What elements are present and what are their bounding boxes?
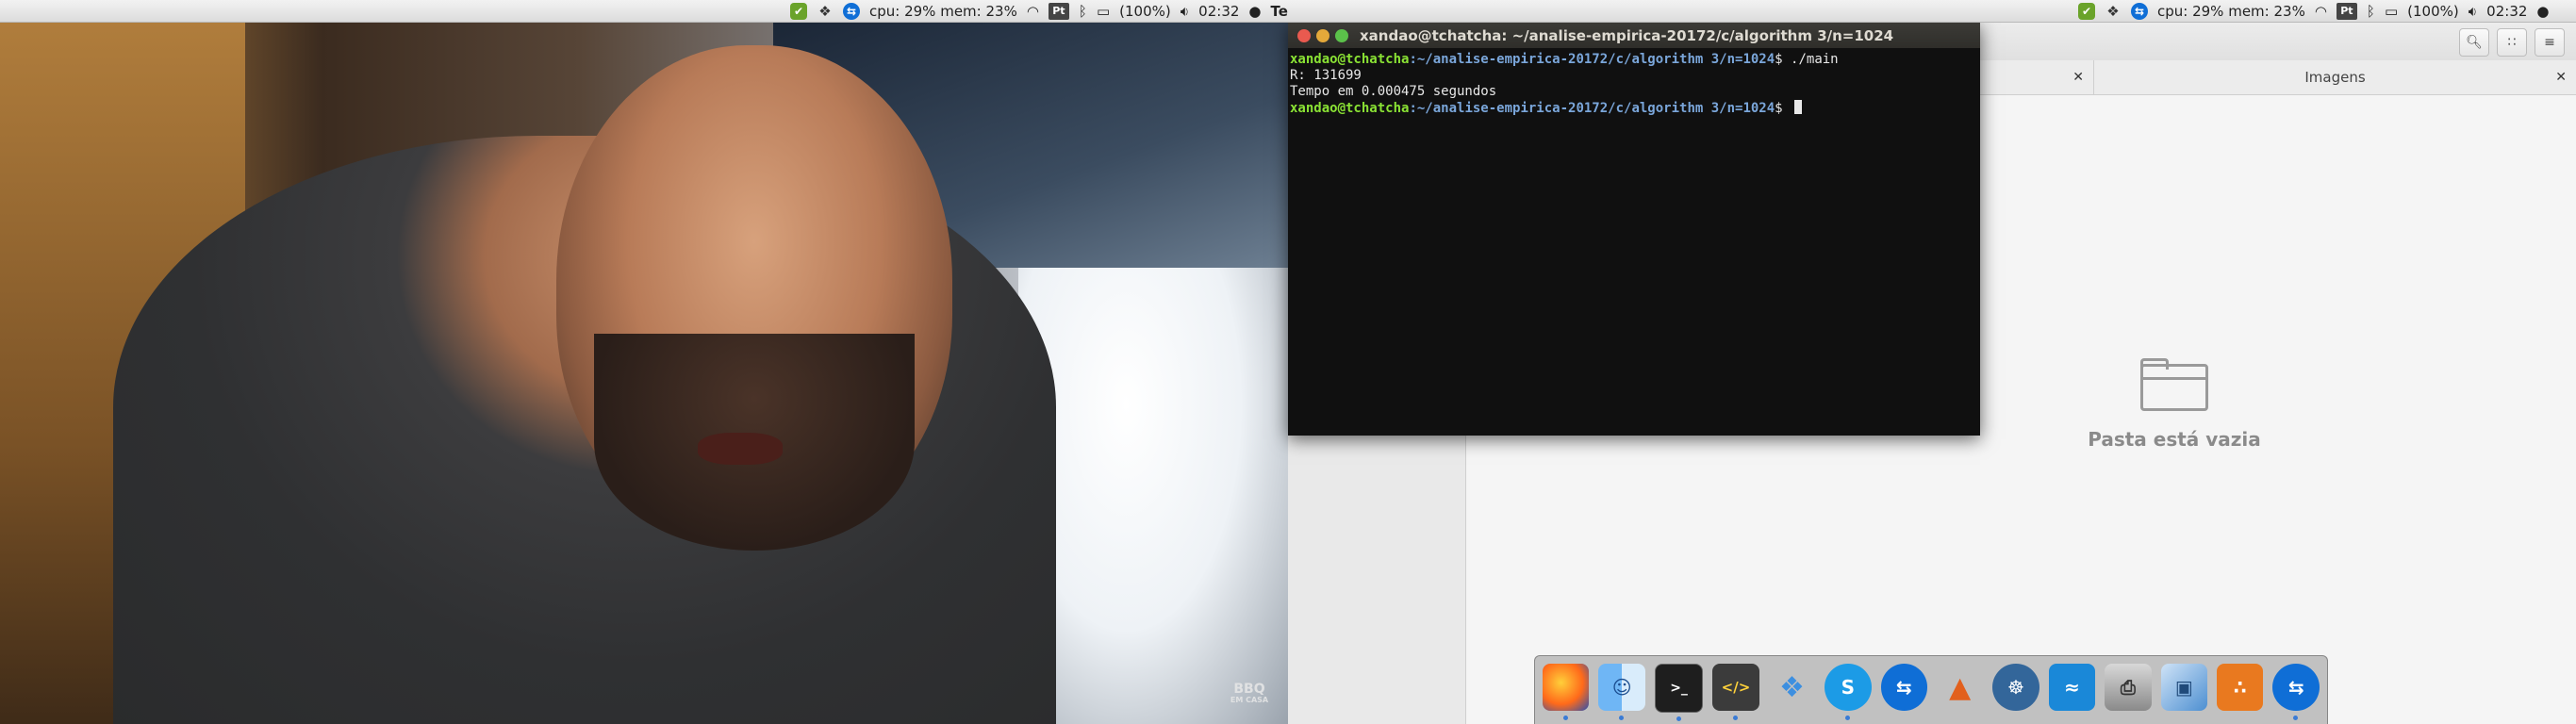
file-manager-sidebar — [1288, 436, 1466, 724]
text-cursor — [1794, 100, 1803, 114]
dropbox-icon[interactable]: ❖ — [817, 3, 834, 20]
minimize-window-button[interactable] — [1316, 28, 1329, 42]
terminal-line: Tempo em 0.000475 segundos — [1290, 84, 1497, 99]
terminal-output[interactable]: xandao@tchatcha:~/analise-empirica-20172… — [1288, 48, 1980, 121]
folder-icon — [2140, 358, 2208, 411]
teamviewer-icon[interactable]: ⇆ — [1880, 664, 1927, 711]
bluetooth-icon[interactable]: ᛒ — [2367, 3, 2375, 20]
terminal-line: xandao@tchatcha:~/analise-empirica-20172… — [1290, 52, 1978, 68]
prompt-path: :~/analise-empirica-20172/c/algorithm 3/… — [1409, 52, 1775, 67]
network-tool-icon[interactable]: ∴ — [2217, 664, 2264, 711]
video-window-light — [1018, 268, 1288, 724]
video-frame: BBQ EM CASA — [0, 23, 1288, 724]
view-toggle-button[interactable]: ∷ — [2497, 28, 2527, 57]
search-button[interactable]: 🔍︎ — [2459, 28, 2489, 57]
battery-icon[interactable]: ▭ — [2385, 3, 2398, 20]
tab-label: Imagens — [2304, 69, 2366, 86]
close-icon[interactable]: ✕ — [2555, 70, 2567, 85]
teamviewer-icon[interactable]: ⇆ — [843, 2, 860, 20]
application-dock: ☺ >_ </> ❖ S ⇆ ▲ ☸ ≈ ⎙ ▣ ∴ ⇆ — [1534, 655, 2328, 724]
teamviewer-icon[interactable]: ⇆ — [2131, 2, 2148, 20]
terminal-titlebar[interactable]: xandao@tchatcha: ~/analise-empirica-2017… — [1288, 23, 1980, 48]
teamviewer-icon-2[interactable]: ⇆ — [2272, 664, 2320, 720]
battery-percentage[interactable]: (100%) — [1119, 3, 1171, 20]
system-monitor-text[interactable]: cpu: 29% mem: 23% — [2157, 3, 2305, 20]
update-indicator-icon[interactable]: ✔ — [2078, 2, 2095, 20]
watermark-line1: BBQ — [1233, 682, 1265, 697]
grid-icon: ∷ — [2507, 35, 2517, 50]
keyboard-layout-indicator[interactable]: Pt — [2336, 2, 2357, 20]
prompt-user: xandao@tchatcha — [1290, 52, 1410, 67]
prompt-user: xandao@tchatcha — [1290, 101, 1410, 116]
wifi-icon[interactable]: ◠ — [1027, 3, 1039, 20]
dropbox-icon[interactable]: ❖ — [2105, 3, 2122, 20]
video-person-mouth — [698, 433, 783, 465]
terminal-icon[interactable]: >_ — [1654, 664, 1704, 721]
volume-icon[interactable]: 🔉︎ — [1181, 3, 1189, 20]
code-editor-icon[interactable]: </> — [1712, 664, 1759, 720]
watermark-line2: EM CASA — [1230, 696, 1269, 704]
battery-percentage[interactable]: (100%) — [2407, 3, 2459, 20]
hamburger-icon: ≡ — [2544, 35, 2555, 50]
tab-imagens[interactable]: Imagens ✕ — [2094, 60, 2576, 94]
tab-previous[interactable]: ✕ — [1980, 60, 2094, 94]
video-watermark: BBQ EM CASA — [1226, 683, 1273, 704]
finder-icon[interactable]: ☺ — [1598, 664, 1645, 720]
file-manager-tabs: ✕ Imagens ✕ — [1980, 60, 2576, 95]
dropbox-icon[interactable]: ❖ — [1769, 664, 1815, 711]
close-icon[interactable]: ✕ — [2072, 70, 2084, 85]
prompt-path: :~/analise-empirica-20172/c/algorithm 3/… — [1409, 101, 1775, 116]
terminal-line: R: 131699 — [1290, 68, 1362, 83]
terminal-title: xandao@tchatcha: ~/analise-empirica-2017… — [1360, 26, 1894, 44]
volume-icon[interactable]: 🔉︎ — [2469, 3, 2477, 20]
search-icon: 🔍︎ — [2466, 35, 2483, 50]
skype-icon[interactable]: S — [1825, 664, 1872, 720]
virtualbox-icon[interactable]: ▣ — [2160, 664, 2208, 711]
postgresql-icon[interactable]: ☸ — [1992, 664, 2039, 711]
close-window-button[interactable] — [1297, 28, 1311, 42]
terminal-window[interactable]: xandao@tchatcha: ~/analise-empirica-2017… — [1288, 23, 1980, 436]
keyboard-layout-indicator[interactable]: Pt — [1048, 2, 1069, 20]
terminal-line: xandao@tchatcha:~/analise-empirica-20172… — [1290, 100, 1978, 117]
empty-folder-placeholder: Pasta está vazia — [1986, 358, 2363, 451]
clock[interactable]: 02:32 — [2486, 3, 2527, 20]
top-panel-right: ✔ ❖ ⇆ cpu: 29% mem: 23% ◠ Pt ᛒ ▭ (100%) … — [1288, 0, 2576, 23]
matlab-icon[interactable]: ▲ — [1937, 664, 1983, 711]
maximize-window-button[interactable] — [1335, 28, 1348, 42]
empty-folder-label: Pasta está vazia — [2088, 428, 2261, 451]
mysql-workbench-icon[interactable]: ≈ — [2048, 664, 2096, 711]
wifi-icon[interactable]: ◠ — [2315, 3, 2327, 20]
update-indicator-icon[interactable]: ✔ — [790, 2, 807, 20]
prompt-command: $ — [1775, 101, 1792, 116]
system-monitor-text[interactable]: cpu: 29% mem: 23% — [869, 3, 1017, 20]
apple-icon[interactable]: ● — [2536, 3, 2549, 20]
clock[interactable]: 02:32 — [1198, 3, 1239, 20]
top-panel-left: ✔ ❖ ⇆ cpu: 29% mem: 23% ◠ Pt ᛒ ▭ (100%) … — [0, 0, 1339, 23]
bluetooth-icon[interactable]: ᛒ — [1079, 3, 1087, 20]
battery-icon[interactable]: ▭ — [1097, 3, 1110, 20]
firefox-icon[interactable] — [1543, 664, 1590, 720]
scanner-icon[interactable]: ⎙ — [2105, 664, 2152, 711]
menu-button[interactable]: ≡ — [2535, 28, 2565, 57]
apple-icon[interactable]: ● — [1248, 3, 1261, 20]
prompt-command: $ ./main — [1775, 52, 1839, 67]
